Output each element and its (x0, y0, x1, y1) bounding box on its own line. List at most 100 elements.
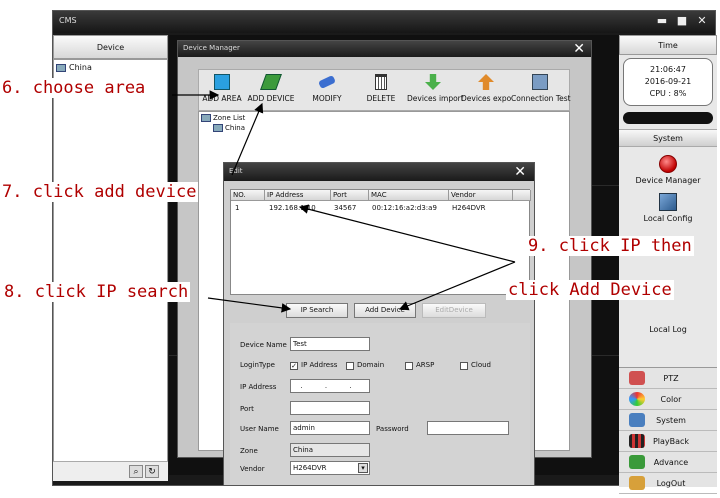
vendor-label: Vendor (240, 465, 265, 473)
user-name-label: User Name (240, 425, 279, 433)
local-config-icon (659, 193, 677, 211)
user-name-field[interactable]: admin (290, 421, 370, 435)
port-field[interactable] (290, 401, 370, 415)
add-device-button[interactable]: ADD DEVICE (247, 72, 295, 110)
chevron-down-icon: ▾ (358, 463, 368, 473)
login-domain-label: Domain (357, 361, 385, 369)
ptz-label: PTZ (663, 373, 679, 383)
cell-mac: 00:12:16:a2:d3:a9 (372, 204, 437, 212)
devices-export-button[interactable]: Devices expor (461, 72, 511, 110)
device-form: Device Name Test LoginType ✓ IP Address … (230, 323, 530, 485)
import-icon (425, 74, 441, 90)
login-domain-checkbox[interactable] (346, 362, 354, 370)
zone-label: Zone (240, 447, 258, 455)
add-area-icon (214, 74, 230, 90)
column-header-port: Port (331, 190, 369, 201)
device-search-table: NO. IP Address Port MAC Vendor 1 192.168… (230, 189, 531, 295)
search-icon[interactable]: ⌕ (129, 465, 143, 478)
login-ip-label: IP Address (301, 361, 338, 369)
password-field[interactable] (427, 421, 509, 435)
vendor-select-value: H264DVR (293, 464, 327, 472)
login-type-label: LoginType (240, 361, 275, 369)
annotation-step8: 8. click IP search (2, 282, 191, 302)
device-manager-icon (659, 155, 677, 173)
close-icon[interactable]: ✕ (573, 41, 585, 57)
device-panel-footer: ⌕ ↻ (53, 461, 168, 481)
window-controls: ▬ ■ ✕ (655, 14, 709, 28)
advance-button[interactable]: Advance (619, 452, 717, 473)
zone-icon (56, 63, 66, 72)
vendor-select[interactable]: H264DVR ▾ (290, 461, 370, 475)
connection-test-button[interactable]: Connection Test (511, 72, 571, 110)
color-label: Color (660, 394, 682, 404)
control-list: PTZ Color System PlayBack Advance LogOut (619, 367, 717, 494)
add-device-button[interactable]: Add Device (354, 303, 416, 318)
column-header-no: NO. (231, 190, 265, 201)
login-arsp-checkbox[interactable] (405, 362, 413, 370)
delete-button[interactable]: DELETE (361, 72, 401, 110)
tree-item-china[interactable]: China (213, 124, 245, 132)
edit-titlebar: Edit ✕ (224, 163, 534, 181)
zone-list-icon (201, 114, 211, 122)
logout-button[interactable]: LogOut (619, 473, 717, 494)
advance-icon (629, 455, 645, 469)
ip-search-button[interactable]: IP Search (286, 303, 348, 318)
local-config-button[interactable]: Local Config (619, 193, 717, 223)
logout-label: LogOut (656, 478, 686, 488)
minimize-icon[interactable]: ▬ (655, 14, 669, 28)
tree-item-china[interactable]: China (56, 63, 92, 72)
time-column-header: Time (619, 35, 717, 55)
close-icon[interactable]: ✕ (695, 14, 709, 28)
login-cloud-label: Cloud (471, 361, 491, 369)
logout-icon (629, 476, 645, 490)
cms-titlebar: CMS ▬ ■ ✕ (53, 11, 715, 33)
playback-icon (629, 434, 645, 448)
device-manager-button[interactable]: Device Manager (619, 155, 717, 185)
cell-no: 1 (235, 204, 240, 212)
port-label: Port (240, 405, 254, 413)
device-manager-titlebar: Device Manager ✕ (178, 41, 591, 57)
local-config-label: Local Config (643, 214, 693, 223)
add-area-button[interactable]: ADD AREA (201, 72, 243, 110)
trash-icon (375, 74, 387, 90)
modify-label: MODIFY (312, 94, 342, 103)
zone-list-label: Zone List (213, 114, 246, 122)
system-section-header: System (619, 129, 717, 147)
annotation-step7: 7. click add device (0, 182, 199, 202)
devices-import-button[interactable]: Devices import (407, 72, 464, 110)
tree-item-zone-list[interactable]: Zone List (201, 114, 245, 122)
ptz-button[interactable]: PTZ (619, 368, 717, 389)
zone-field: China (290, 443, 370, 457)
annotation-step9b: click Add Device (506, 280, 674, 300)
annotation-step6: 6. choose area (0, 78, 148, 98)
close-icon[interactable]: ✕ (514, 164, 526, 180)
add-area-label: ADD AREA (202, 94, 242, 103)
login-arsp-label: ARSP (416, 361, 435, 369)
local-log-button[interactable]: Local Log (619, 325, 717, 334)
refresh-icon[interactable]: ↻ (145, 465, 159, 478)
login-ip-checkbox[interactable]: ✓ (290, 362, 298, 370)
device-name-field[interactable]: Test (290, 337, 370, 351)
login-cloud-checkbox[interactable] (460, 362, 468, 370)
add-device-icon (260, 74, 282, 90)
modify-button[interactable]: MODIFY (307, 72, 347, 110)
devices-export-label: Devices expor (461, 94, 511, 103)
cms-title: CMS (59, 16, 77, 25)
cell-vendor: H264DVR (452, 204, 486, 212)
password-label: Password (376, 425, 409, 433)
clock-display: 21:06:47 2016-09-21 CPU : 8% (623, 58, 713, 106)
cpu-usage: CPU : 8% (649, 89, 687, 98)
maximize-icon[interactable]: ■ (675, 14, 689, 28)
ip-address-field[interactable]: . . . (290, 379, 370, 393)
device-name-label: Device Name (240, 341, 287, 349)
playback-button[interactable]: PlayBack (619, 431, 717, 452)
color-button[interactable]: Color (619, 389, 717, 410)
device-manager-toolbar: ADD AREA ADD DEVICE MODIFY DELETE Device… (198, 69, 571, 111)
device-column-header: Device (53, 35, 168, 59)
advance-label: Advance (653, 457, 689, 467)
system-button[interactable]: System (619, 410, 717, 431)
ip-address-label: IP Address (240, 383, 277, 391)
column-header-ip: IP Address (265, 190, 331, 201)
edit-device-button[interactable]: EditDevice (422, 303, 486, 318)
edit-title: Edit (229, 167, 243, 175)
